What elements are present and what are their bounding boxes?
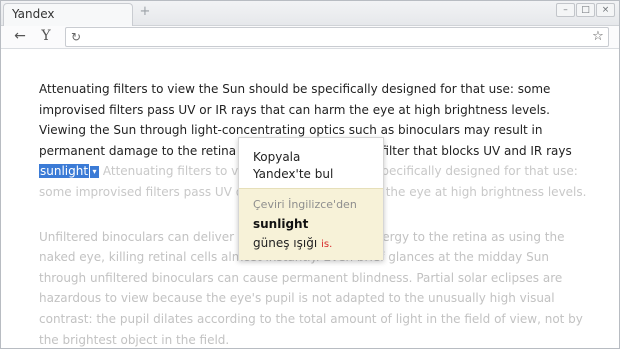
- translation-source-word: sunlight: [253, 217, 309, 231]
- context-popup: Kopyala Yandex'te bul Çeviri İngilizce'd…: [238, 137, 384, 260]
- reload-icon[interactable]: ↻: [68, 28, 84, 46]
- maximize-button[interactable]: □: [576, 3, 595, 17]
- selection-dropdown-icon[interactable]: ▾: [90, 166, 100, 179]
- back-arrow-icon[interactable]: ←: [11, 27, 29, 45]
- copy-menu-item[interactable]: Kopyala: [253, 150, 300, 164]
- close-button[interactable]: ×: [596, 3, 615, 17]
- translation-meaning-text: güneş ışığı: [253, 236, 318, 250]
- translation-meaning: güneş ışığı is.: [253, 236, 332, 250]
- tab-yandex[interactable]: Yandex: [3, 3, 133, 26]
- window-controls: – □ ×: [556, 3, 615, 17]
- translation-panel: Çeviri İngilizce'den sunlight güneş ışığ…: [239, 188, 383, 260]
- bookmark-star-icon[interactable]: ☆: [590, 28, 606, 46]
- browser-window: Yandex + – □ × ← Y ↻ ☆ Attenuating filte…: [0, 0, 620, 349]
- new-tab-icon[interactable]: +: [138, 5, 152, 19]
- part-of-speech: is.: [321, 239, 333, 250]
- translation-header: Çeviri İngilizce'den: [253, 198, 357, 211]
- tab-title: Yandex: [12, 7, 55, 21]
- address-bar[interactable]: ↻ ☆: [65, 27, 609, 47]
- toolbar: ← Y ↻ ☆: [1, 26, 619, 49]
- minimize-button[interactable]: –: [556, 3, 575, 17]
- yandex-logo-icon[interactable]: Y: [37, 27, 55, 45]
- selected-word[interactable]: sunlight: [39, 164, 90, 179]
- search-yandex-menu-item[interactable]: Yandex'te bul: [253, 167, 333, 181]
- title-bar: Yandex + – □ ×: [1, 1, 619, 26]
